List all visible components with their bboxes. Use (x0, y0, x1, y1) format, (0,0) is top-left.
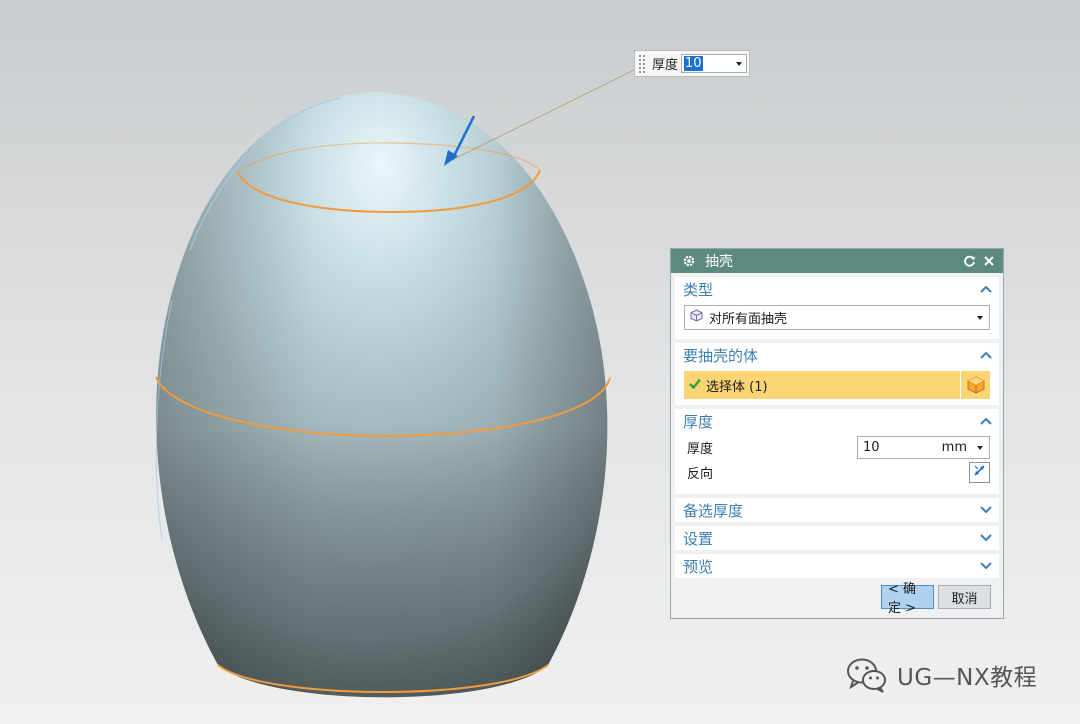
reverse-direction-button[interactable] (969, 462, 990, 483)
type-select[interactable]: 对所有面抽壳 (684, 305, 990, 330)
chevron-down-icon[interactable] (979, 532, 993, 544)
section-body: 要抽壳的体 选择体 (1) (675, 343, 999, 405)
drag-handle[interactable] (638, 54, 646, 73)
cancel-button[interactable]: 取消 (938, 585, 991, 609)
section-settings-header[interactable]: 设置 (675, 526, 999, 550)
dialog-title: 抽壳 (705, 254, 733, 270)
section-body-header[interactable]: 要抽壳的体 (675, 343, 999, 367)
floating-thickness-label: 厚度 (652, 58, 679, 73)
thickness-input[interactable]: 10 mm (857, 436, 990, 459)
chevron-down-icon[interactable] (977, 315, 983, 320)
thickness-value[interactable]: 10 (863, 440, 942, 455)
section-settings: 设置 (675, 526, 999, 550)
section-type-title: 类型 (683, 280, 714, 299)
section-thickness: 厚度 厚度 10 mm 反向 (675, 409, 999, 494)
section-preview: 预览 (675, 554, 999, 578)
ok-button[interactable]: < 确定 > (881, 582, 934, 616)
floating-thickness-field[interactable]: 10 (681, 54, 748, 73)
check-icon (689, 378, 701, 393)
chevron-down-icon[interactable] (977, 445, 983, 450)
section-preview-header[interactable]: 预览 (675, 554, 999, 578)
chevron-down-icon[interactable] (979, 560, 993, 572)
thickness-unit: mm (941, 440, 967, 455)
select-body-row[interactable]: 选择体 (1) (684, 371, 990, 399)
reverse-label: 反向 (687, 467, 714, 482)
chevron-up-icon[interactable] (979, 349, 993, 361)
shell-all-faces-icon (690, 309, 703, 326)
chevron-down-icon[interactable] (736, 61, 743, 66)
reverse-row: 反向 (675, 460, 999, 485)
section-preview-title: 预览 (683, 557, 714, 576)
section-alt-thickness: 备选厚度 (675, 498, 999, 522)
select-body-field[interactable]: 选择体 (1) (684, 371, 960, 399)
watermark: UG—NX教程 (845, 656, 1037, 694)
thickness-row: 厚度 10 mm (675, 435, 999, 460)
gear-icon[interactable] (681, 253, 697, 269)
reset-icon[interactable] (961, 253, 977, 269)
section-body-title: 要抽壳的体 (683, 346, 759, 365)
watermark-text: UG—NX教程 (897, 665, 1038, 691)
section-alt-thickness-title: 备选厚度 (683, 501, 744, 520)
type-select-value: 对所有面抽壳 (709, 312, 788, 327)
leader-line (451, 69, 635, 161)
section-thickness-header[interactable]: 厚度 (675, 409, 999, 433)
thickness-label: 厚度 (687, 442, 714, 457)
dialog-title-bar[interactable]: 抽壳 (671, 249, 1003, 273)
chevron-up-icon[interactable] (979, 415, 993, 427)
section-settings-title: 设置 (683, 529, 714, 548)
floating-thickness-input[interactable]: 厚度 10 (634, 50, 750, 77)
reverse-direction-icon (973, 464, 986, 481)
section-type: 类型 对所有面抽壳 (675, 277, 999, 339)
section-type-header[interactable]: 类型 (675, 277, 999, 301)
floating-thickness-value[interactable]: 10 (684, 56, 703, 71)
shell-dialog: 抽壳 类型 对所有面抽壳 要抽壳的体 选择体 (1) 厚度 厚度 10 mm 反… (670, 248, 1004, 619)
dialog-button-bar: < 确定 > 取消 (877, 582, 991, 616)
wechat-logo (845, 656, 889, 694)
select-body-label: 选择体 (1) (706, 379, 768, 395)
section-thickness-title: 厚度 (683, 412, 714, 431)
close-icon[interactable] (981, 253, 997, 269)
chevron-down-icon[interactable] (979, 504, 993, 516)
section-alt-thickness-header[interactable]: 备选厚度 (675, 498, 999, 522)
egg-solid-body[interactable] (155, 92, 608, 698)
chevron-up-icon[interactable] (979, 283, 993, 295)
solid-body-icon[interactable] (961, 371, 990, 399)
